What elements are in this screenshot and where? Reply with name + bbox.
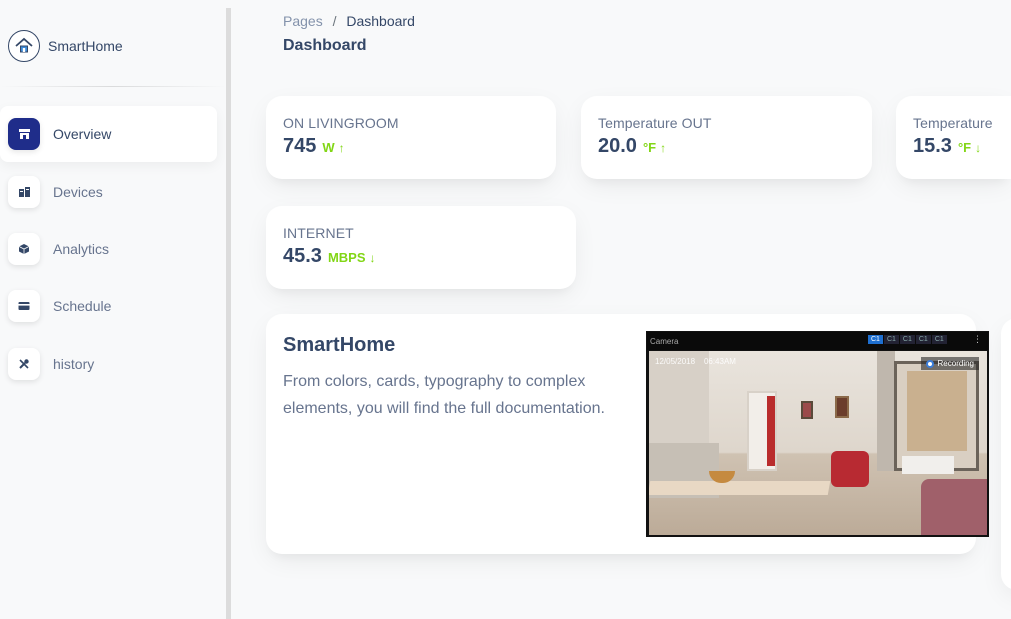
camera-title: Camera <box>650 336 679 346</box>
sidebar-item-label: Overview <box>53 126 112 142</box>
scene-red-wall <box>767 396 775 466</box>
scene-picture <box>801 401 813 419</box>
house-logo-icon <box>8 30 40 62</box>
sidebar-item-label: history <box>53 356 95 372</box>
info-title: SmartHome <box>283 334 396 356</box>
breadcrumb-separator: / <box>332 13 337 29</box>
camera-time: 06:43AM <box>703 357 736 366</box>
brand[interactable]: SmartHome <box>8 30 123 62</box>
camera-tabs: C1 C1 C1 C1 C1 <box>868 335 948 344</box>
tools-icon <box>8 348 40 380</box>
clipped-card <box>1001 318 1011 590</box>
arrow-down-icon: ↓ <box>975 141 982 155</box>
recording-badge: Recording <box>920 357 979 370</box>
record-icon <box>925 359 934 368</box>
stat-value: 20.0 <box>598 135 637 157</box>
arrow-up-icon: ↑ <box>338 141 345 155</box>
app: SmartHome Overview Devices Analytics Sch… <box>0 0 1011 619</box>
sidebar-scroll-edge <box>226 8 231 619</box>
stat-card-internet: INTERNET 45.3 MBPS ↓ <box>266 206 576 289</box>
sidebar-item-history[interactable]: history <box>0 336 217 392</box>
stat-value: 15.3 <box>913 135 952 157</box>
stat-unit: MBPS <box>327 250 366 265</box>
stat-card-temperature-out: Temperature OUT 20.0 °F ↑ <box>581 96 872 179</box>
recording-label: Recording <box>937 359 974 368</box>
stat-unit: °F <box>642 140 657 155</box>
scene-red-chair <box>831 451 869 487</box>
camera-timestamp: 12/05/2018 06:43AM <box>655 357 736 366</box>
scene-curtain <box>877 351 895 471</box>
camera-feed[interactable]: Camera C1 C1 C1 C1 C1 ⋮ 12/05/2018 06:43… <box>646 331 989 537</box>
storefront-icon <box>8 118 40 150</box>
stat-unit: W <box>322 140 335 155</box>
sidebar: SmartHome Overview Devices Analytics Sch… <box>0 0 226 619</box>
sidebar-item-schedule[interactable]: Schedule <box>0 278 217 334</box>
sidebar-item-overview[interactable]: Overview <box>0 106 217 162</box>
devices-icon <box>8 176 40 208</box>
stat-unit: °F <box>957 140 972 155</box>
breadcrumb-current: Dashboard <box>346 13 415 29</box>
stat-card-livingroom: ON LIVINGROOM 745 W ↑ <box>266 96 556 179</box>
more-vertical-icon[interactable]: ⋮ <box>973 334 982 345</box>
stat-value: 745 <box>283 135 317 157</box>
arrow-up-icon: ↑ <box>660 141 667 155</box>
sidebar-item-devices[interactable]: Devices <box>0 164 217 220</box>
scene-picture <box>835 396 849 418</box>
camera-tab[interactable]: C1 <box>915 335 931 344</box>
stat-label: Temperature <box>913 115 993 131</box>
stat-label: ON LIVINGROOM <box>283 115 399 131</box>
camera-tab[interactable]: C1 <box>931 335 947 344</box>
camera-date: 12/05/2018 <box>655 357 696 366</box>
stat-value-row: 45.3 MBPS ↓ <box>283 245 559 268</box>
scene-window-view <box>907 371 967 451</box>
cube-icon <box>8 233 40 265</box>
camera-toolbar: Camera C1 C1 C1 C1 C1 ⋮ <box>647 332 988 350</box>
scene-sofa <box>921 479 987 535</box>
breadcrumb: Pages / Dashboard <box>283 13 415 29</box>
stat-value-row: 745 W ↑ <box>283 135 539 158</box>
stat-value-row: 15.3 °F ↓ <box>913 135 994 158</box>
stat-card-temperature: Temperature 15.3 °F ↓ <box>896 96 1011 179</box>
stat-value-row: 20.0 °F ↑ <box>598 135 855 158</box>
camera-tab[interactable]: C1 <box>899 335 915 344</box>
camera-image: 12/05/2018 06:43AM Recording <box>649 351 987 535</box>
scene-table <box>649 481 831 495</box>
sidebar-item-label: Analytics <box>53 241 110 257</box>
sidebar-item-label: Devices <box>53 184 103 200</box>
breadcrumb-root[interactable]: Pages <box>283 13 323 29</box>
stat-label: INTERNET <box>283 225 354 241</box>
credit-card-icon <box>8 290 40 322</box>
sidebar-divider <box>0 86 226 87</box>
page-title: Dashboard <box>283 37 367 54</box>
scene-radiator <box>902 456 954 474</box>
info-text: From colors, cards, typography to comple… <box>283 373 605 417</box>
sidebar-item-analytics[interactable]: Analytics <box>0 221 217 277</box>
camera-tab[interactable]: C1 <box>868 335 883 344</box>
brand-name: SmartHome <box>48 38 123 54</box>
arrow-down-icon: ↓ <box>369 251 376 265</box>
sidebar-item-label: Schedule <box>53 298 112 314</box>
camera-tab[interactable]: C1 <box>883 335 899 344</box>
stat-label: Temperature OUT <box>598 115 712 131</box>
stat-value: 45.3 <box>283 245 322 267</box>
info-card: SmartHome From colors, cards, typography… <box>266 314 989 554</box>
